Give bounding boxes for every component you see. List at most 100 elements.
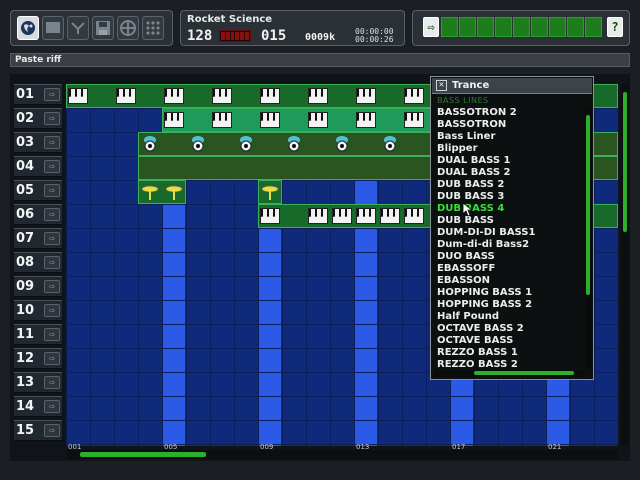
riff-list-item[interactable]: Dum-di-di Bass2 [437, 239, 587, 251]
track-row-label[interactable]: 10 ⇨ [14, 300, 62, 321]
horizontal-scroll-thumb[interactable] [80, 452, 206, 457]
progress-segment [567, 17, 584, 37]
track-arrow-icon[interactable]: ⇨ [44, 136, 60, 149]
riff-list-item[interactable]: OCTAVE BASS 2 [437, 323, 587, 335]
track-row-label[interactable]: 06 ⇨ [14, 204, 62, 225]
track-row-label[interactable]: 12 ⇨ [14, 348, 62, 369]
track-number: 14 [16, 399, 35, 414]
track-row-label[interactable]: 09 ⇨ [14, 276, 62, 297]
mouse-cursor-icon [463, 203, 473, 217]
horizontal-scrollbar[interactable] [66, 450, 618, 459]
drum-icon [192, 136, 204, 152]
track-row-label[interactable]: 02 ⇨ [14, 108, 62, 129]
riff-list-item[interactable]: EBASSOFF [437, 263, 587, 275]
level-meter [219, 30, 251, 42]
riff-list-item[interactable]: OCTAVE BASS [437, 335, 587, 347]
track-number: 08 [16, 255, 35, 270]
play-button[interactable]: ⇨ [423, 17, 439, 37]
riff-browser-popup: ✕ Trance BASS LINES BASSOTRON 2 BASSOTRON… [430, 76, 594, 380]
column-divider [114, 84, 115, 446]
vertical-scrollbar[interactable] [621, 84, 629, 446]
piano-keys-icon [164, 112, 184, 128]
cymbal-icon [261, 185, 279, 200]
progress-segment [459, 17, 476, 37]
progress-segment [513, 17, 530, 37]
riff-list-item[interactable]: DUB BASS [437, 215, 587, 227]
popup-hscroll-thumb[interactable] [474, 371, 574, 375]
track-arrow-icon[interactable]: ⇨ [44, 304, 60, 317]
drum-icon [336, 136, 348, 152]
popup-horizontal-scrollbar[interactable] [434, 370, 584, 377]
cymbal-icon [165, 185, 183, 200]
track-row-label[interactable]: 15 ⇨ [14, 420, 62, 441]
drum-icon [384, 136, 396, 152]
riff-list-item[interactable]: Half Pound [437, 311, 587, 323]
progress-segment [531, 17, 548, 37]
riff-list-item[interactable]: DUAL BASS 2 [437, 167, 587, 179]
riff-list-item[interactable]: Blipper [437, 143, 587, 155]
track-row-label[interactable]: 14 ⇨ [14, 396, 62, 417]
track-row-label[interactable]: 08 ⇨ [14, 252, 62, 273]
riff-list-item[interactable]: DUB BASS 3 [437, 191, 587, 203]
track-arrow-icon[interactable]: ⇨ [44, 256, 60, 269]
track-arrow-icon[interactable]: ⇨ [44, 88, 60, 101]
riff-list-item[interactable]: BASSOTRON 2 [437, 107, 587, 119]
track-number: 05 [16, 183, 35, 198]
piano-keys-icon [356, 208, 376, 224]
riff-list-item[interactable]: DUB BASS 4 [437, 203, 587, 215]
close-icon[interactable]: ✕ [436, 80, 447, 91]
riff-list-item[interactable]: DUB BASS 2 [437, 179, 587, 191]
track-arrow-icon[interactable]: ⇨ [44, 328, 60, 341]
grid-icon[interactable] [142, 16, 164, 40]
category-label: BASS LINES [437, 96, 489, 105]
piano-keys-icon [404, 208, 424, 224]
riff-list-item[interactable]: HOPPING BASS 1 [437, 287, 587, 299]
track-row-label[interactable]: 11 ⇨ [14, 324, 62, 345]
screen-icon[interactable] [42, 16, 64, 40]
track-arrow-icon[interactable]: ⇨ [44, 400, 60, 413]
track-arrow-icon[interactable]: ⇨ [44, 352, 60, 365]
memory-display: 0009k [305, 32, 336, 43]
piano-keys-icon [116, 88, 136, 104]
row-divider [66, 444, 618, 445]
help-button[interactable]: ? [607, 17, 623, 37]
riff-list-item[interactable]: REZZO BASS 1 [437, 347, 587, 359]
piano-keys-icon [260, 88, 280, 104]
track-arrow-icon[interactable]: ⇨ [44, 280, 60, 293]
track-arrow-icon[interactable]: ⇨ [44, 232, 60, 245]
piano-keys-icon [356, 112, 376, 128]
track-number: 04 [16, 159, 35, 174]
drum-icon [288, 136, 300, 152]
track-row-label[interactable]: 07 ⇨ [14, 228, 62, 249]
popup-header: ✕ Trance [432, 78, 592, 94]
track-arrow-icon[interactable]: ⇨ [44, 184, 60, 197]
track-arrow-icon[interactable]: ⇨ [44, 112, 60, 125]
track-arrow-icon[interactable]: ⇨ [44, 160, 60, 173]
track-row-label[interactable]: 13 ⇨ [14, 372, 62, 393]
track-number: 06 [16, 207, 35, 222]
progress-segment [585, 17, 602, 37]
piano-keys-icon [164, 88, 184, 104]
riff-list-item[interactable]: Bass Liner [437, 131, 587, 143]
riff-list-item[interactable]: BASSOTRON [437, 119, 587, 131]
track-row-label[interactable]: 05 ⇨ [14, 180, 62, 201]
track-arrow-icon[interactable]: ⇨ [44, 424, 60, 437]
riff-list-item[interactable]: EBASSON [437, 275, 587, 287]
riff-list-item[interactable]: HOPPING BASS 2 [437, 299, 587, 311]
riff-list-item[interactable]: DUAL BASS 1 [437, 155, 587, 167]
track-row-label[interactable]: 04 ⇨ [14, 156, 62, 177]
track-arrow-icon[interactable]: ⇨ [44, 208, 60, 221]
disc-icon[interactable] [117, 16, 139, 40]
riff-list-item[interactable]: DUO BASS [437, 251, 587, 263]
vertical-scroll-thumb[interactable] [623, 92, 627, 232]
instrument-icon[interactable] [67, 16, 89, 40]
popup-vertical-scrollbar[interactable] [585, 107, 592, 369]
popup-scroll-thumb[interactable] [586, 115, 590, 295]
globe-icon[interactable] [17, 16, 39, 40]
riff-list-item[interactable]: DUM-DI-DI BASS1 [437, 227, 587, 239]
track-row-label[interactable]: 01 ⇨ [14, 84, 62, 105]
save-icon[interactable] [92, 16, 114, 40]
track-arrow-icon[interactable]: ⇨ [44, 376, 60, 389]
track-row-label[interactable]: 03 ⇨ [14, 132, 62, 153]
cymbal-icon [141, 185, 159, 200]
